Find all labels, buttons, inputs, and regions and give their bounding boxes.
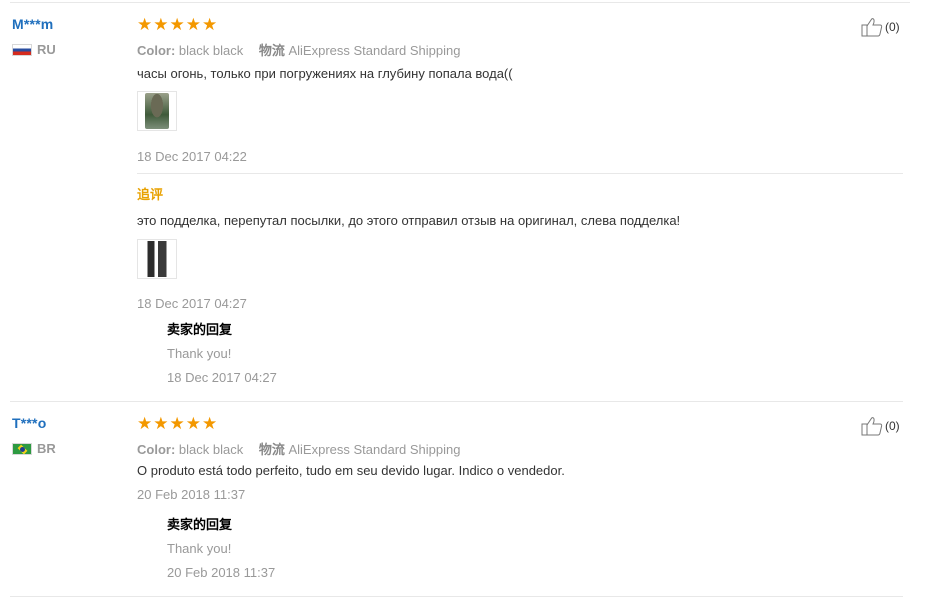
seller-reply-text: Thank you! xyxy=(167,541,232,556)
seller-reply-title: 卖家的回复 xyxy=(167,517,233,532)
country-code: BR xyxy=(37,441,56,456)
review-date: 18 Dec 2017 04:22 xyxy=(137,149,247,164)
additional-review-date: 18 Dec 2017 04:27 xyxy=(137,296,247,311)
order-attributes: Color: black black 物流 AliExpress Standar… xyxy=(137,439,460,458)
helpful-count: (0) xyxy=(885,419,900,433)
thumbs-up-icon xyxy=(861,417,883,436)
color-label: Color: xyxy=(137,43,176,58)
shipping-label: 物流 xyxy=(258,43,285,58)
helpful-count: (0) xyxy=(885,20,900,34)
photo-watch-icon xyxy=(145,93,169,129)
reviewer-country: RU xyxy=(12,42,56,57)
review-divider xyxy=(10,596,903,597)
seller-reply-title: 卖家的回复 xyxy=(167,322,233,337)
helpful-button[interactable]: (0) xyxy=(861,17,900,37)
top-divider xyxy=(10,2,910,3)
star-icon: ★ xyxy=(169,15,185,34)
order-attributes: Color: black black 物流 AliExpress Standar… xyxy=(137,40,460,59)
star-icon: ★ xyxy=(153,414,169,433)
flag-ru-icon xyxy=(12,43,32,56)
seller-reply: 卖家的回复 Thank you! 18 Dec 2017 04:27 xyxy=(167,319,277,385)
star-icon: ★ xyxy=(137,414,153,433)
photo-watch-icon xyxy=(145,241,169,277)
star-icon: ★ xyxy=(169,414,185,433)
star-icon: ★ xyxy=(137,15,153,34)
color-value: black black xyxy=(178,43,244,58)
country-code: RU xyxy=(37,42,56,57)
flag-br-icon xyxy=(12,442,32,455)
color-label: Color: xyxy=(137,442,176,457)
helpful-button[interactable]: (0) xyxy=(861,416,900,436)
shipping-method: AliExpress Standard Shipping xyxy=(288,442,461,457)
shipping-method: AliExpress Standard Shipping xyxy=(288,43,461,58)
seller-reply-date: 20 Feb 2018 11:37 xyxy=(167,565,276,580)
star-rating: ★ ★ ★ ★ ★ xyxy=(137,16,217,33)
color-value: black black xyxy=(178,442,244,457)
seller-reply-date: 18 Dec 2017 04:27 xyxy=(167,370,277,385)
seller-reply-text: Thank you! xyxy=(167,346,232,361)
star-icon: ★ xyxy=(202,414,218,433)
additional-divider xyxy=(137,173,903,174)
star-icon: ★ xyxy=(185,15,201,34)
review-text: O produto está todo perfeito, tudo em se… xyxy=(137,463,565,478)
star-icon: ★ xyxy=(185,414,201,433)
star-icon: ★ xyxy=(202,15,218,34)
reviewer-country: BR xyxy=(12,441,56,456)
reviewer-name: T***o xyxy=(12,415,47,431)
additional-review-label: 追评 xyxy=(137,187,164,202)
additional-review-photo[interactable] xyxy=(137,239,177,279)
review-text: часы огонь, только при погружениях на гл… xyxy=(137,66,513,81)
review-divider xyxy=(10,401,903,402)
shipping-label: 物流 xyxy=(258,442,285,457)
reviewer-info: M***m RU xyxy=(12,16,56,57)
review-photo[interactable] xyxy=(137,91,177,131)
additional-review-text: это подделка, перепутал посылки, до этог… xyxy=(137,213,681,228)
review-date: 20 Feb 2018 11:37 xyxy=(137,487,246,502)
star-icon: ★ xyxy=(153,15,169,34)
reviewer-info: T***o BR xyxy=(12,415,56,456)
reviewer-name: M***m xyxy=(12,16,54,32)
star-rating: ★ ★ ★ ★ ★ xyxy=(137,415,217,432)
thumbs-up-icon xyxy=(861,18,883,37)
seller-reply: 卖家的回复 Thank you! 20 Feb 2018 11:37 xyxy=(167,514,275,580)
